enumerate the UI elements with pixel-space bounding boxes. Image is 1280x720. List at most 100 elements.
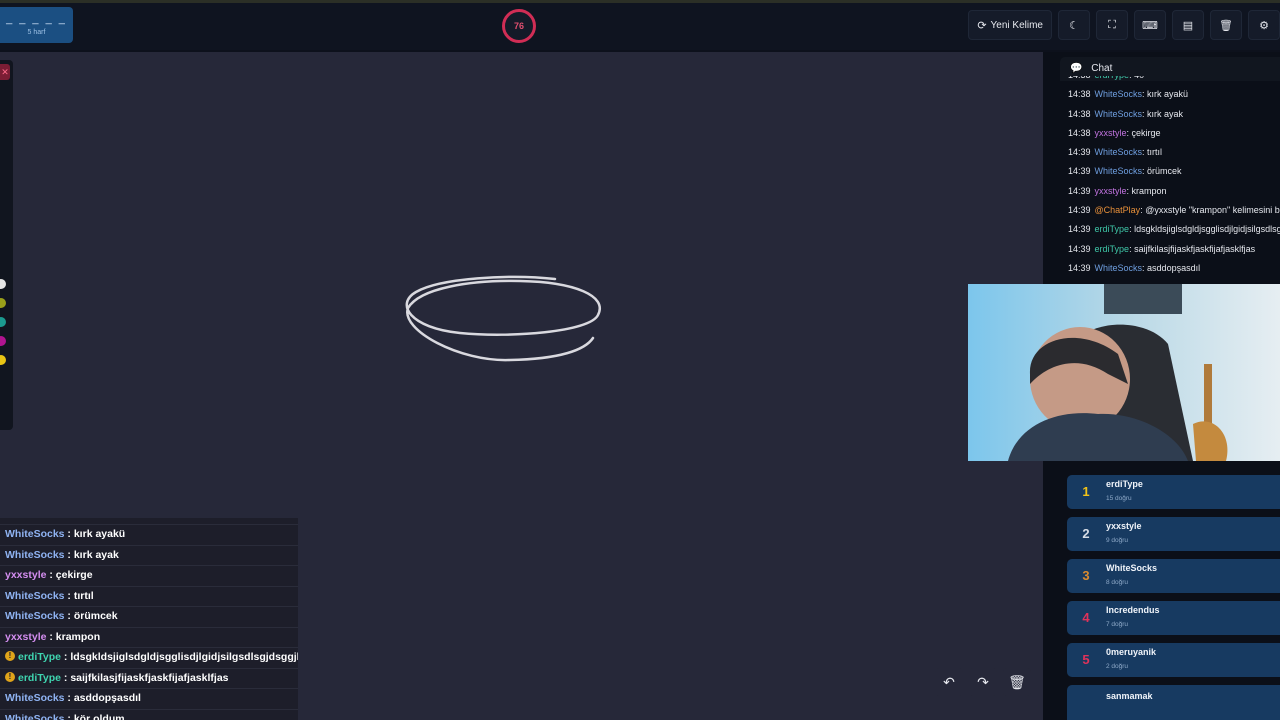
leaderboard-name: 0meruyanik (1106, 647, 1157, 657)
chat-time: 14:39 (1068, 224, 1091, 235)
chat-username[interactable]: erdiType (1095, 76, 1130, 80)
overlay-chat-text: : asddopşasdıl (64, 692, 141, 704)
chat-text: : örümcek (1142, 166, 1182, 177)
overlay-chat-message: WhiteSocks : tırtıl (0, 587, 298, 607)
chat-username[interactable]: @ChatPlay (1095, 205, 1141, 215)
chat-message: 14:39 WhiteSocks: tırtıl (1068, 143, 1280, 162)
undo-icon: ↶ (943, 674, 955, 690)
chat-message: 14:38 WhiteSocks: kırk ayak (1068, 105, 1280, 124)
dark-mode-button[interactable]: ☾ (1058, 10, 1090, 40)
overlay-chat-message: yxxstyle : çekirge (0, 566, 298, 587)
leaderboard-name: erdiType (1106, 479, 1143, 489)
tool-palette (0, 60, 13, 430)
overlay-chat-username: WhiteSocks (5, 548, 65, 561)
redo-button[interactable]: ↷ (969, 668, 997, 696)
overlay-chat-message: WhiteSocks : kırk ayakü (0, 525, 298, 546)
overlay-chat-text: : tırtıl (64, 589, 94, 602)
chat-icon: 💬 (1070, 63, 1083, 74)
overlay-chat-text: : örümcek (64, 610, 118, 622)
overlay-chat-message: WhiteSocks : örümcek (0, 607, 298, 628)
chat-message: 14:39 WhiteSocks: örümcek (1068, 162, 1280, 181)
chat-time: 14:39 (1068, 147, 1091, 158)
leaderboard-entry: 3 WhiteSocks 8 doğru (1067, 559, 1280, 593)
chat-message: 14:39 erdiType: ldsgkldsjiglsdgldjsgglisd… (1068, 220, 1280, 239)
close-icon: ✕ (1, 67, 9, 77)
leaderboard-entry: 6 sanmamak (1067, 685, 1280, 720)
chat-username[interactable]: yxxstyle (1095, 186, 1127, 196)
overlay-chat-username: WhiteSocks (5, 528, 65, 540)
leaderboard-rank: 4 (1082, 610, 1090, 625)
alert-badge-icon: ! (5, 671, 15, 682)
top-toolbar: ⟳ Yeni Kelime ☾ ⛶ ⌨ ▤ 🗑 ⚙ (968, 10, 1280, 40)
settings-button[interactable]: ⚙ (1248, 10, 1280, 40)
chat-time: 14:39 (1068, 205, 1091, 216)
chat-message: 14:38 erdiType: 40 (1068, 76, 1280, 85)
chat-username[interactable]: WhiteSocks (1095, 109, 1143, 119)
new-word-button[interactable]: ⟳ Yeni Kelime (968, 10, 1052, 40)
chat-time: 14:38 (1068, 76, 1091, 80)
overlay-chat-message: yxxstyle : krampon (0, 628, 298, 648)
trash-icon: 🗑 (1008, 674, 1026, 690)
chat-message: 14:39 yxxstyle: krampon (1068, 182, 1280, 201)
chat-message: 14:38 yxxstyle: çekirge (1068, 124, 1280, 143)
chat-username[interactable]: WhiteSocks (1095, 263, 1143, 273)
chat-username[interactable]: WhiteSocks (1095, 147, 1143, 157)
chat-message: 14:39 @ChatPlay: @yxxstyle "krampon" keli… (1068, 201, 1280, 220)
clear-button[interactable]: 🗑 (1210, 10, 1242, 40)
chat-text: : asddopşasdıl (1142, 262, 1201, 273)
chat-text: : saijfkilasjfijaskfjaskfijafjasklfjas (1129, 243, 1256, 254)
overlay-chat-username: WhiteSocks (5, 712, 65, 720)
expand-icon: ⛶ (1108, 18, 1116, 31)
keyboard-button[interactable]: ⌨ (1134, 10, 1166, 40)
archive-button[interactable]: ▤ (1172, 10, 1204, 40)
overlay-chat-message: WhiteSocks : kör oldum (0, 710, 298, 720)
chat-username[interactable]: erdiType (1095, 224, 1130, 234)
word-pattern: _ _ _ _ _ (6, 13, 67, 25)
leaderboard-rank: 2 (1082, 526, 1090, 541)
overlay-chat-message: ! erdiType : saijfkilasjfijaskfjaskfijafj… (0, 669, 298, 689)
overlay-chat-text: : çekirge (46, 569, 93, 581)
overlay-chat-username: WhiteSocks (5, 589, 65, 602)
fullscreen-button[interactable]: ⛶ (1096, 10, 1128, 40)
overlay-chat-text: : ldsgkldsjiglsdgldjsgglisdjlgidjsilgsdl… (60, 651, 298, 663)
overlay-chat-username: erdiType (18, 671, 61, 684)
new-word-label: Yeni Kelime (990, 19, 1043, 31)
chat-time: 14:38 (1068, 89, 1091, 100)
chat-username[interactable]: WhiteSocks (1095, 89, 1143, 99)
round-timer: 76 (502, 9, 536, 43)
leaderboard-score: 9 doğru (1106, 537, 1129, 544)
chat-text: : tırtıl (1142, 147, 1163, 158)
chat-time: 14:38 (1068, 127, 1091, 138)
chat-time: 14:39 (1068, 262, 1091, 273)
leaderboard-entry: 5 0meruyanik 2 doğru (1067, 643, 1280, 677)
leaderboard-name: yxxstyle (1106, 521, 1142, 531)
chat-text: : @yxxstyle "krampon" kelimesini bul (1140, 205, 1280, 216)
leaderboard-name: Incredendus (1106, 605, 1160, 615)
chat-username[interactable]: erdiType (1095, 244, 1130, 254)
clear-canvas-button[interactable]: 🗑 (1003, 668, 1031, 696)
leaderboard-name: WhiteSocks (1106, 563, 1158, 573)
chat-username[interactable]: WhiteSocks (1095, 166, 1143, 176)
webcam-feed (968, 284, 1280, 461)
chat-time: 14:39 (1068, 185, 1091, 196)
chat-text: : kırk ayakü (1142, 89, 1189, 100)
leaderboard-score: 2 doğru (1106, 663, 1129, 670)
chat-messages: 14:38erdiType: 4014:38WhiteSocks: kırk a… (1068, 76, 1280, 284)
chat-time: 14:38 (1068, 108, 1091, 119)
chat-text: : ldsgkldsjiglsdgldjsgglisdjlgidjsilgsdl… (1129, 224, 1280, 235)
chat-username[interactable]: yxxstyle (1095, 128, 1127, 138)
chat-title: Chat (1091, 63, 1113, 74)
stream-chat-overlay: WhiteSocks : kırk ayakü WhiteSocks : kırk… (0, 518, 298, 720)
close-palette-button[interactable]: ✕ (0, 64, 10, 80)
leaderboard-rank: 1 (1082, 484, 1090, 499)
trash-icon: 🗑 (1219, 19, 1233, 32)
overlay-chat-message: ! erdiType : ldsgkldsjiglsdgldjsgglisdjlg… (0, 648, 298, 669)
gear-icon: ⚙ (1259, 19, 1269, 32)
moon-icon: ☾ (1069, 19, 1079, 32)
undo-button[interactable]: ↶ (935, 668, 963, 696)
leaderboard-score: 8 doğru (1106, 579, 1129, 586)
alert-badge-icon: ! (5, 651, 15, 662)
overlay-chat-username: erdiType (18, 651, 61, 663)
chat-text: : kırk ayak (1142, 108, 1184, 119)
overlay-chat-text: : saijfkilasjfijaskfjaskfijafjasklfjas (60, 671, 229, 684)
